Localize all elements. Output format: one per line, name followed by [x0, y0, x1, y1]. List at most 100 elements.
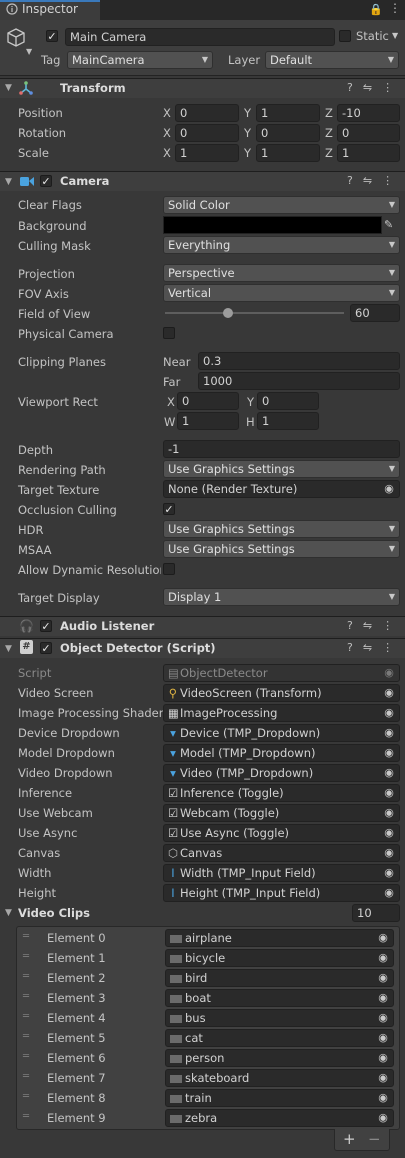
width-field[interactable]: Ⅰ Width (TMP_Input Field) ◉ [163, 864, 400, 882]
physical-camera-checkbox[interactable] [163, 327, 175, 339]
name-field[interactable]: Main Camera [65, 28, 335, 46]
object-picker-icon[interactable]: ◉ [382, 806, 396, 820]
object-detector-enabled-checkbox[interactable]: ✓ [40, 642, 52, 654]
video-clip-field[interactable]: airplane ◉ [165, 929, 394, 947]
rotation-z-field[interactable]: 0 [337, 124, 400, 142]
kebab-menu-icon[interactable]: ⋮ [382, 81, 403, 94]
msaa-dropdown[interactable]: Use Graphics Settings ▼ [163, 540, 400, 558]
audio-listener-enabled-checkbox[interactable]: ✓ [40, 620, 52, 632]
drag-handle-icon[interactable]: ═ [23, 1071, 29, 1082]
video-clips-count-field[interactable]: 10 [352, 904, 400, 922]
static-checkbox[interactable] [339, 30, 351, 42]
object-picker-icon[interactable]: ◉ [382, 886, 396, 900]
video-clip-field[interactable]: zebra ◉ [165, 1109, 394, 1127]
depth-field[interactable]: -1 [163, 440, 400, 458]
target-texture-field[interactable]: None (Render Texture) ◉ [163, 480, 400, 498]
fov-value-field[interactable]: 60 [350, 304, 400, 322]
help-icon[interactable]: ? [347, 619, 363, 632]
tag-dropdown[interactable]: MainCamera ▼ [67, 51, 213, 69]
rendering-path-dropdown[interactable]: Use Graphics Settings ▼ [163, 460, 400, 478]
video-dropdown-field[interactable]: ▾ Video (TMP_Dropdown) ◉ [163, 764, 400, 782]
height-field[interactable]: Ⅰ Height (TMP_Input Field) ◉ [163, 884, 400, 902]
fov-slider-track[interactable] [165, 312, 344, 314]
position-x-field[interactable]: 0 [175, 104, 239, 122]
rotation-x-field[interactable]: 0 [175, 124, 239, 142]
viewport-x-field[interactable]: 0 [177, 392, 239, 410]
chevron-down-icon[interactable]: ▼ [26, 47, 32, 56]
component-header-icons[interactable]: ?⇋⋮ [347, 81, 403, 94]
object-picker-icon[interactable]: ◉ [382, 726, 396, 740]
dynamic-resolution-checkbox[interactable] [163, 563, 175, 575]
image-processing-shader-field[interactable]: ▦ImageProcessing ◉ [163, 704, 400, 722]
kebab-menu-icon[interactable]: ⋮ [382, 641, 403, 654]
lock-icon[interactable]: 🔒 [369, 3, 383, 16]
object-picker-icon[interactable]: ◉ [376, 1051, 390, 1065]
foldout-arrow-icon[interactable]: ▼ [5, 83, 12, 93]
object-picker-icon[interactable]: ◉ [376, 1071, 390, 1085]
video-clip-field[interactable]: bird ◉ [165, 969, 394, 987]
preset-icon[interactable]: ⇋ [363, 81, 382, 94]
hdr-dropdown[interactable]: Use Graphics Settings ▼ [163, 520, 400, 538]
object-picker-icon[interactable]: ◉ [382, 686, 396, 700]
help-icon[interactable]: ? [347, 174, 363, 187]
scale-y-field[interactable]: 1 [256, 144, 320, 162]
kebab-menu-icon[interactable]: ⋮ [382, 619, 403, 632]
model-dropdown-field[interactable]: ▾ Model (TMP_Dropdown) ◉ [163, 744, 400, 762]
background-color-swatch[interactable] [163, 216, 382, 234]
viewport-h-field[interactable]: 1 [257, 412, 319, 430]
inference-field[interactable]: ☑ Inference (Toggle) ◉ [163, 784, 400, 802]
preset-icon[interactable]: ⇋ [363, 641, 382, 654]
drag-handle-icon[interactable]: ═ [23, 971, 29, 982]
video-clip-field[interactable]: cat ◉ [165, 1029, 394, 1047]
video-clip-field[interactable]: bicycle ◉ [165, 949, 394, 967]
help-icon[interactable]: ? [347, 641, 363, 654]
drag-handle-icon[interactable]: ═ [23, 1051, 29, 1062]
foldout-arrow-icon[interactable]: ▼ [5, 177, 12, 187]
object-picker-icon[interactable]: ◉ [382, 866, 396, 880]
position-y-field[interactable]: 1 [256, 104, 320, 122]
drag-handle-icon[interactable]: ═ [23, 1091, 29, 1102]
far-field[interactable]: 1000 [198, 372, 400, 390]
drag-handle-icon[interactable]: ═ [23, 1011, 29, 1022]
object-picker-icon[interactable]: ◉ [376, 1011, 390, 1025]
object-picker-icon[interactable]: ◉ [376, 1091, 390, 1105]
drag-handle-icon[interactable]: ═ [23, 1031, 29, 1042]
use-webcam-field[interactable]: ☑ Webcam (Toggle) ◉ [163, 804, 400, 822]
component-header-icons[interactable]: ?⇋⋮ [347, 619, 403, 632]
kebab-menu-icon[interactable]: ⋮ [382, 174, 403, 187]
use-async-field[interactable]: ☑ Use Async (Toggle) ◉ [163, 824, 400, 842]
preset-icon[interactable]: ⇋ [363, 174, 382, 187]
component-header-icons[interactable]: ?⇋⋮ [347, 174, 403, 187]
object-picker-icon[interactable]: ◉ [376, 951, 390, 965]
drag-handle-icon[interactable]: ═ [23, 951, 29, 962]
foldout-arrow-icon[interactable]: ▼ [5, 644, 12, 654]
object-picker-icon[interactable]: ◉ [376, 991, 390, 1005]
preset-icon[interactable]: ⇋ [363, 619, 382, 632]
device-dropdown-field[interactable]: ▾ Device (TMP_Dropdown) ◉ [163, 724, 400, 742]
camera-enabled-checkbox[interactable]: ✓ [40, 175, 52, 187]
object-picker-icon[interactable]: ◉ [382, 766, 396, 780]
culling-mask-dropdown[interactable]: Everything ▼ [163, 236, 400, 254]
drag-handle-icon[interactable]: ═ [23, 931, 29, 942]
video-screen-field[interactable]: ⚲ VideoScreen (Transform) ◉ [163, 684, 400, 702]
scale-z-field[interactable]: 1 [337, 144, 400, 162]
fov-slider-knob[interactable] [223, 308, 233, 318]
remove-element-button[interactable]: − [368, 1130, 381, 1148]
object-picker-icon[interactable]: ◉ [382, 826, 396, 840]
clear-flags-dropdown[interactable]: Solid Color ▼ [163, 196, 400, 214]
gameobject-cube-icon[interactable] [6, 28, 26, 48]
object-picker-icon[interactable]: ◉ [382, 706, 396, 720]
object-picker-icon[interactable]: ◉ [382, 846, 396, 860]
eyedropper-icon[interactable]: ✎ [384, 218, 393, 231]
drag-handle-icon[interactable]: ═ [23, 991, 29, 1002]
viewport-y-field[interactable]: 0 [257, 392, 319, 410]
position-z-field[interactable]: -10 [337, 104, 400, 122]
object-picker-icon[interactable]: ◉ [382, 786, 396, 800]
foldout-arrow-icon[interactable]: ▼ [5, 908, 12, 918]
object-picker-icon[interactable]: ◉ [376, 1111, 390, 1125]
rotation-y-field[interactable]: 0 [256, 124, 320, 142]
object-picker-icon[interactable]: ◉ [382, 482, 396, 496]
video-clip-field[interactable]: person ◉ [165, 1049, 394, 1067]
canvas-field[interactable]: ⬡ Canvas ◉ [163, 844, 400, 862]
video-clip-field[interactable]: train ◉ [165, 1089, 394, 1107]
